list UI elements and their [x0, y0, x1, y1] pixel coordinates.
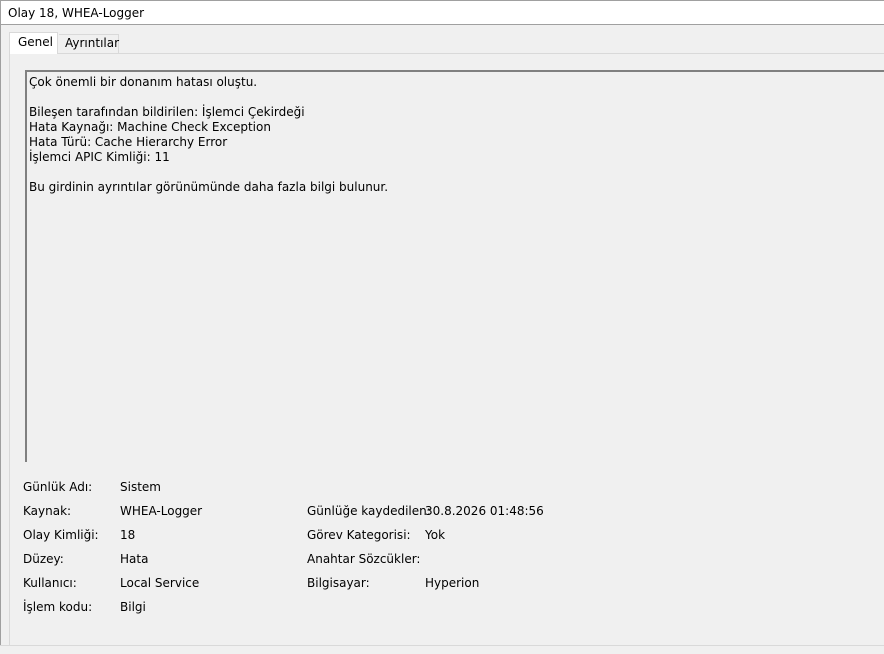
user-value[interactable]: Local Service — [120, 576, 199, 590]
event-id-value[interactable]: 18 — [120, 528, 135, 542]
source-value[interactable]: WHEA-Logger — [120, 504, 202, 518]
description-line — [29, 90, 884, 105]
description-line: Bu girdinin ayrıntılar görünümünde daha … — [29, 180, 389, 194]
description-line: Çok önemli bir donanım hatası oluştu. — [29, 75, 258, 89]
computer-value[interactable]: Hyperion — [425, 576, 479, 590]
log-name-value[interactable]: Sistem — [120, 480, 161, 494]
logged-label: Günlüğe kaydedilen: — [307, 504, 431, 518]
source-label: Kaynak: — [23, 504, 72, 518]
level-value[interactable]: Hata — [120, 552, 148, 566]
keywords-label: Anahtar Sözcükler: — [307, 552, 421, 566]
computer-label: Bilgisayar: — [307, 576, 370, 590]
event-description-box[interactable]: Çok önemli bir donanım hatası oluştu. Bi… — [25, 70, 884, 462]
bottom-edge — [0, 645, 884, 654]
description-line: Hata Kaynağı: Machine Check Exception — [29, 120, 271, 134]
description-line: İşlemci APIC Kimliği: 11 — [29, 150, 170, 164]
event-id-label: Olay Kimliği: — [23, 528, 99, 542]
level-label: Düzey: — [23, 552, 64, 566]
task-category-label: Görev Kategorisi: — [307, 528, 411, 542]
title-bar: Olay 18, WHEA-Logger — [1, 1, 884, 25]
description-line — [29, 165, 884, 180]
tab-general[interactable]: Genel — [9, 32, 58, 54]
user-label: Kullanıcı: — [23, 576, 77, 590]
opcode-value[interactable]: Bilgi — [120, 600, 146, 614]
task-category-value[interactable]: Yok — [425, 528, 445, 542]
description-line: Bileşen tarafından bildirilen: İşlemci Ç… — [29, 105, 305, 119]
opcode-label: İşlem kodu: — [23, 600, 93, 614]
logged-value[interactable]: 30.8.2026 01:48:56 — [425, 504, 544, 518]
tab-details[interactable]: Ayrıntılar — [59, 34, 119, 53]
window-title: Olay 18, WHEA-Logger — [8, 6, 145, 20]
log-name-label: Günlük Adı: — [23, 480, 93, 494]
description-line: Hata Türü: Cache Hierarchy Error — [29, 135, 228, 149]
